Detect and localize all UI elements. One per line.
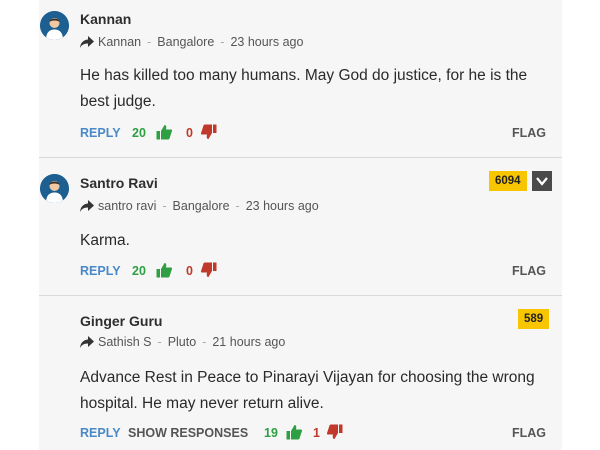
comment-time: 23 hours ago [245,199,319,213]
flag-button[interactable]: FLAG [512,426,546,440]
comment-item: Santro Ravi 6094 santro ravi - Bangalore… [39,158,562,296]
chevron-down-icon[interactable] [532,171,552,191]
meta-separator: - [235,199,240,213]
comment-time: 21 hours ago [212,335,286,349]
meta-separator: - [157,335,162,349]
comment-body: Karma. [80,232,130,249]
upvote-count: 19 [264,426,278,440]
meta-separator: - [220,35,225,49]
downvote-count: 0 [186,126,193,140]
comment-body: He has killed too many humans. May God d… [80,67,528,110]
thumbs-up-icon[interactable] [156,262,172,278]
upvote-count: 20 [132,264,146,278]
comment-item: Kannan Kannan - Bangalore - 23 hours ago… [39,0,562,158]
share-arrow-icon [80,36,94,48]
reply-to-user[interactable]: Kannan [98,35,141,49]
flag-button[interactable]: FLAG [512,264,546,278]
comment-location: Pluto [167,335,197,349]
upvote-count: 20 [132,126,146,140]
reply-button[interactable]: REPLY [80,426,121,440]
comment-location: Bangalore [172,199,230,213]
share-arrow-icon [80,200,94,212]
flag-button[interactable]: FLAG [512,126,546,140]
user-points-badge: 6094 [489,171,527,191]
comment-author[interactable]: Ginger Guru [80,313,162,329]
reply-to-user[interactable]: Sathish S [98,335,152,349]
show-responses-button[interactable]: SHOW RESPONSES [128,426,248,440]
user-avatar-icon[interactable] [40,174,69,203]
comment-author[interactable]: Santro Ravi [80,175,158,191]
comment-meta: santro ravi - Bangalore - 23 hours ago [80,199,319,213]
reply-button[interactable]: REPLY [80,264,121,278]
comment-actions: REPLY 20 0 FLAG [80,262,546,280]
meta-separator: - [147,35,152,49]
comments-feed: Kannan Kannan - Bangalore - 23 hours ago… [39,0,562,450]
meta-separator: - [202,335,207,349]
comment-actions: REPLY SHOW RESPONSES 19 1 FLAG [80,424,546,442]
comment-meta: Kannan - Bangalore - 23 hours ago [80,35,303,49]
comment-time: 23 hours ago [230,35,304,49]
downvote-count: 1 [313,426,320,440]
comment-actions: REPLY 20 0 FLAG [80,124,546,142]
comment-author[interactable]: Kannan [80,11,131,27]
meta-separator: - [162,199,167,213]
thumbs-down-icon[interactable] [201,262,217,278]
comment-location: Bangalore [157,35,215,49]
reply-to-user[interactable]: santro ravi [98,199,156,213]
thumbs-up-icon[interactable] [286,424,302,440]
reply-button[interactable]: REPLY [80,126,121,140]
comment-body: Advance Rest in Peace to Pinarayi Vijaya… [80,369,535,412]
comment-item: Ginger Guru 589 Sathish S - Pluto - 21 h… [39,296,562,450]
share-arrow-icon [80,336,94,348]
comment-meta: Sathish S - Pluto - 21 hours ago [80,335,285,349]
user-points-badge: 589 [518,309,550,329]
thumbs-down-icon[interactable] [327,424,343,440]
thumbs-up-icon[interactable] [156,124,172,140]
thumbs-down-icon[interactable] [201,124,217,140]
user-avatar-icon[interactable] [40,11,69,40]
downvote-count: 0 [186,264,193,278]
